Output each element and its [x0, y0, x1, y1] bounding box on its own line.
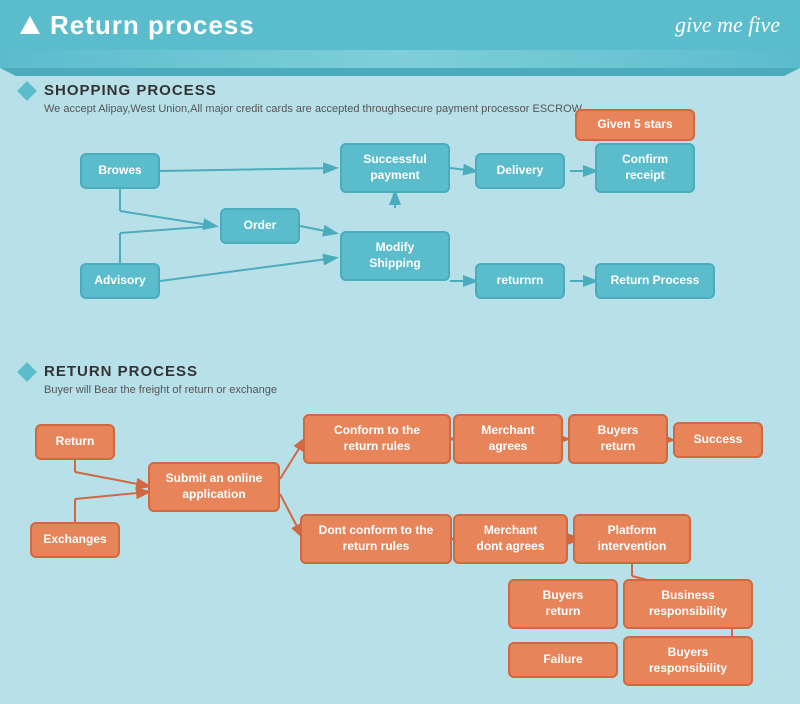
modify-shipping-box: ModifyShipping	[340, 231, 450, 281]
shopping-title: SHOPPING PROCESS	[44, 82, 217, 99]
return-diamond-icon	[17, 362, 37, 382]
failure-box: Failure	[508, 642, 618, 678]
delivery-box: Delivery	[475, 153, 565, 189]
advisory-box: Advisory	[80, 263, 160, 299]
exchanges-box: Exchanges	[30, 522, 120, 558]
brand-logo: give me five	[675, 12, 780, 38]
header-diamond-icon	[20, 16, 40, 34]
order-box: Order	[220, 208, 300, 244]
business-responsibility-box: Businessresponsibility	[623, 579, 753, 629]
return-title: RETURN PROCESS	[44, 363, 198, 380]
success-box: Success	[673, 422, 763, 458]
main-content: SHOPPING PROCESS We accept Alipay,West U…	[0, 68, 800, 704]
returnrn-box: returnrn	[475, 263, 565, 299]
return-box: Return	[35, 424, 115, 460]
shopping-diamond-icon	[17, 81, 37, 101]
conform-rules-box: Conform to thereturn rules	[303, 414, 451, 464]
browes-box: Browes	[80, 153, 160, 189]
ribbon-decoration	[0, 50, 800, 68]
page-title: Return process	[50, 10, 255, 41]
return-section-header: RETURN PROCESS	[20, 363, 780, 380]
dont-conform-box: Dont conform to thereturn rules	[300, 514, 452, 564]
merchant-agrees-box: Merchantagrees	[453, 414, 563, 464]
submit-online-box: Submit an onlineapplication	[148, 462, 280, 512]
given-5-stars-box: Given 5 stars	[575, 109, 695, 141]
successful-payment-box: Successfulpayment	[340, 143, 450, 193]
return-flow-area: Return Submit an onlineapplication Excha…	[20, 404, 780, 694]
header: Return process give me five	[0, 0, 800, 50]
merchant-dont-agrees-box: Merchantdont agrees	[453, 514, 568, 564]
return-process-box: Return Process	[595, 263, 715, 299]
confirm-receipt-box: Confirmreceipt	[595, 143, 695, 193]
shopping-flow-area: Browes Order Advisory ModifyShipping Suc…	[20, 123, 780, 353]
platform-intervention-box: Platformintervention	[573, 514, 691, 564]
buyers-return-1-box: Buyersreturn	[568, 414, 668, 464]
buyers-responsibility-box: Buyersresponsibility	[623, 636, 753, 686]
return-description: Buyer will Bear the freight of return or…	[44, 384, 780, 396]
buyers-return-2-box: Buyersreturn	[508, 579, 618, 629]
shopping-section-header: SHOPPING PROCESS	[20, 82, 780, 99]
